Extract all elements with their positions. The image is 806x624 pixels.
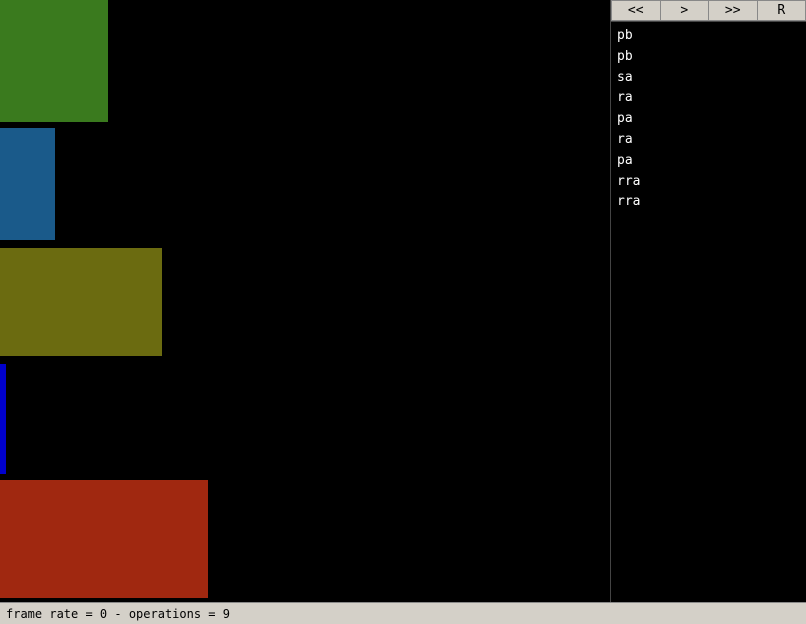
main-area: << > >> R pbpbsaraparaparrarra: [0, 0, 806, 602]
operation-item: ra: [617, 88, 800, 109]
reset-button[interactable]: R: [757, 0, 806, 21]
block-blue: [0, 128, 55, 240]
sidebar-controls: << > >> R: [611, 0, 806, 22]
block-red: [0, 480, 208, 598]
prev-button[interactable]: >: [660, 0, 709, 21]
operation-item: sa: [617, 68, 800, 89]
operations-list: pbpbsaraparaparrarra: [611, 22, 806, 602]
sidebar: << > >> R pbpbsaraparaparrarra: [610, 0, 806, 602]
operation-item: pb: [617, 26, 800, 47]
block-green: [0, 0, 108, 122]
status-text: frame rate = 0 - operations = 9: [6, 607, 230, 621]
status-bar: frame rate = 0 - operations = 9: [0, 602, 806, 624]
next-button[interactable]: >>: [708, 0, 757, 21]
block-olive: [0, 248, 162, 356]
canvas-area: [0, 0, 610, 602]
operation-item: ra: [617, 130, 800, 151]
operation-item: pa: [617, 151, 800, 172]
operation-item: pa: [617, 109, 800, 130]
operation-item: rra: [617, 172, 800, 193]
operation-item: rra: [617, 192, 800, 213]
block-thin-blue: [0, 364, 6, 474]
prev-prev-button[interactable]: <<: [611, 0, 660, 21]
operation-item: pb: [617, 47, 800, 68]
